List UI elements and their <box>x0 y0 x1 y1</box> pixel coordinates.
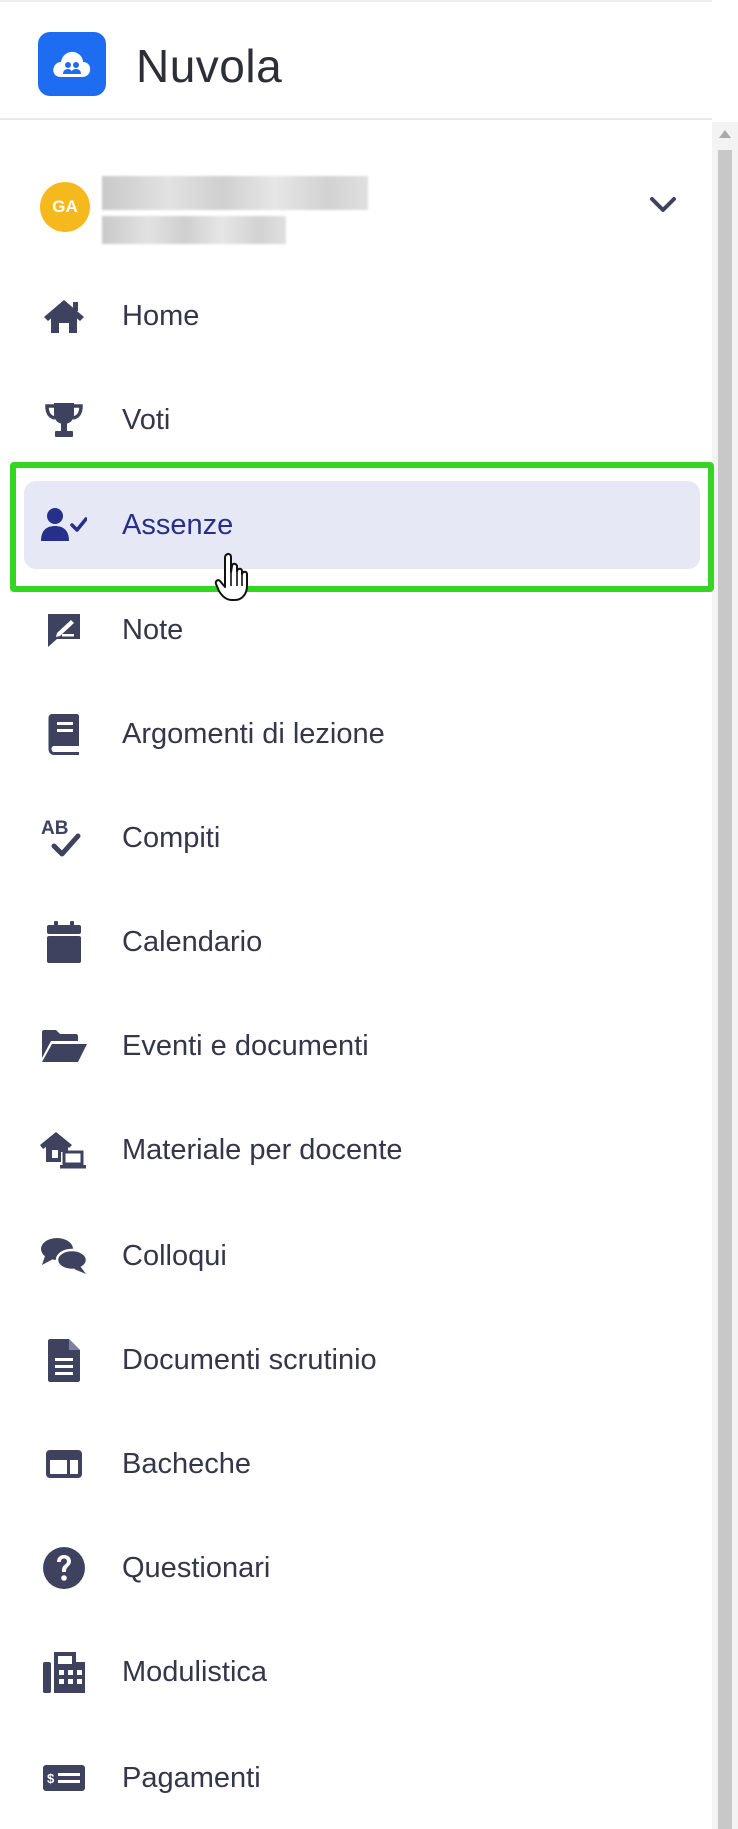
chevron-down-icon[interactable] <box>646 190 680 220</box>
sidebar-item-modulistica[interactable]: Modulistica <box>24 1628 700 1716</box>
sidebar-item-label: Colloqui <box>122 1240 227 1272</box>
trophy-icon <box>40 398 88 442</box>
sidebar-item-colloqui[interactable]: Colloqui <box>24 1212 700 1300</box>
sidebar-item-label: Assenze <box>122 509 234 541</box>
sidebar-item-assenze[interactable]: Assenze <box>24 481 700 569</box>
top-divider <box>0 0 712 2</box>
sidebar-item-label: Calendario <box>122 926 263 958</box>
user-switcher[interactable]: GA <box>24 160 704 250</box>
sidebar-item-label: Pagamenti <box>122 1762 261 1794</box>
app-title: Nuvola <box>136 40 283 92</box>
scroll-up-arrow-icon[interactable] <box>719 130 731 138</box>
sidebar-item-bacheche[interactable]: Bacheche <box>24 1420 700 1508</box>
sidebar-item-argomenti[interactable]: Argomenti di lezione <box>24 690 700 778</box>
redacted-user-detail <box>102 216 286 244</box>
note-icon <box>40 608 88 652</box>
sidebar-item-label: Argomenti di lezione <box>122 718 385 750</box>
redacted-user-name <box>102 176 368 210</box>
home-icon <box>40 294 88 338</box>
sidebar-item-documenti-scrutinio[interactable]: Documenti scrutinio <box>24 1316 700 1404</box>
sidebar-item-pagamenti[interactable]: $ Pagamenti <box>24 1734 700 1822</box>
calendar-icon <box>40 920 88 964</box>
sidebar-item-label: Materiale per docente <box>122 1134 403 1166</box>
sidebar-item-label: Bacheche <box>122 1448 251 1480</box>
fax-icon <box>40 1650 88 1694</box>
sidebar-item-note[interactable]: Note <box>24 586 700 674</box>
sidebar-item-label: Questionari <box>122 1552 271 1584</box>
cloud-users-icon <box>53 51 91 77</box>
hand-pointer-cursor-icon <box>214 552 248 601</box>
sidebar-item-calendario[interactable]: Calendario <box>24 898 700 986</box>
sidebar-item-questionari[interactable]: Questionari <box>24 1524 700 1612</box>
sidebar-item-compiti[interactable]: AB Compiti <box>24 794 700 882</box>
sidebar-item-label: Note <box>122 614 184 646</box>
book-icon <box>40 712 88 756</box>
svg-text:$: $ <box>47 1771 55 1786</box>
sidebar-scrollbar[interactable] <box>712 122 738 1829</box>
sidebar-item-voti[interactable]: Voti <box>24 376 700 464</box>
house-laptop-icon <box>40 1128 88 1172</box>
sidebar-item-label: Modulistica <box>122 1656 268 1688</box>
avatar: GA <box>40 182 90 232</box>
spellcheck-icon: AB <box>40 816 88 860</box>
board-icon <box>40 1442 88 1486</box>
svg-text:AB: AB <box>41 818 68 839</box>
comments-icon <box>40 1234 88 1278</box>
file-lines-icon <box>40 1338 88 1382</box>
sidebar-item-materiale[interactable]: Materiale per docente <box>24 1106 700 1194</box>
question-circle-icon <box>40 1546 88 1590</box>
scroll-thumb[interactable] <box>718 150 732 1829</box>
sidebar-item-label: Voti <box>122 404 171 436</box>
sidebar-item-label: Eventi e documenti <box>122 1030 369 1062</box>
sidebar-item-label: Documenti scrutinio <box>122 1344 377 1376</box>
app-header: Nuvola <box>0 0 712 120</box>
sidebar-item-label: Compiti <box>122 822 221 854</box>
sidebar-item-home[interactable]: Home <box>24 272 700 360</box>
sidebar-item-eventi[interactable]: Eventi e documenti <box>24 1002 700 1090</box>
app-logo[interactable] <box>38 32 106 96</box>
sidebar-item-label: Home <box>122 300 200 332</box>
money-check-icon: $ <box>40 1756 88 1800</box>
folder-open-icon <box>40 1024 88 1068</box>
user-check-icon <box>40 503 88 547</box>
